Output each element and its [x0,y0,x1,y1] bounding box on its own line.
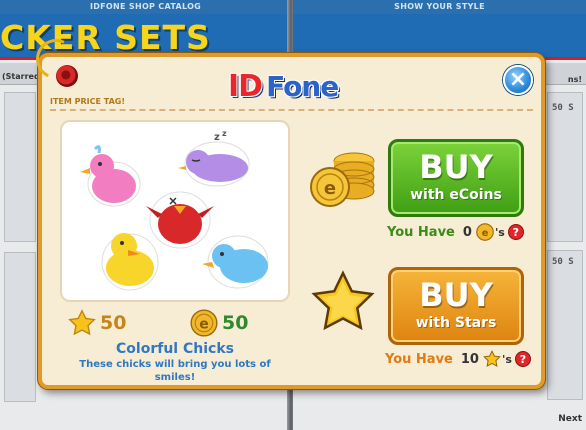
right-item-price: 50 S [552,103,574,113]
header-divider [50,109,533,111]
idfone-logo: ID Fone [228,68,339,104]
buy-with-ecoins-button[interactable]: BUY with eCoins [388,139,524,217]
blue-chick-sticker [202,235,269,289]
purple-chick-sticker: z z [178,129,250,187]
you-have-label: You Have [387,224,455,240]
yellow-chick-sticker [101,233,159,291]
buy-with-stars-button[interactable]: BUY with Stars [388,267,524,345]
close-button[interactable]: × [503,65,533,95]
ecoin-price-value: 50 [222,312,249,334]
left-page-header: IDFONE SHOP CATALOG [0,0,291,14]
item-price-tag-label: ITEM PRICE TAG! [50,97,126,106]
ecoins-balance: You Have 0 e 's ? [387,223,524,241]
star-icon [483,350,501,367]
coin-stack-icon: e [310,152,375,207]
item-preview: z z [60,120,290,302]
svg-text:e: e [324,178,336,199]
star-price: 50 [68,309,126,337]
svg-text:e: e [482,228,489,239]
ecoin-price: e 50 [190,309,248,337]
ecoins-balance-count: 0 [462,224,472,240]
ecoins-suffix: 's [494,225,505,239]
star-price-value: 50 [100,312,127,334]
svg-text:z: z [214,132,220,143]
right-page-header: SHOW YOUR STYLE [293,0,586,14]
stars-suffix: 's [501,352,512,366]
stars-balance-count: 10 [460,351,479,367]
svg-text:z: z [222,129,227,138]
logo-id-text: ID [228,68,263,104]
left-tab-label[interactable]: (Starred [2,72,40,81]
svg-text:e: e [199,316,209,332]
price-tag-icon [56,65,78,87]
red-chick-sticker [146,191,214,249]
ecoin-icon: e [190,309,218,337]
you-have-label: You Have [385,351,453,367]
star-icon [311,270,375,331]
buy-stars-sublabel: with Stars [415,315,497,331]
star-icon [68,309,96,336]
right-item-panel: 50 S [547,92,583,242]
next-page-link[interactable]: Next [558,414,582,424]
pink-chick-sticker [80,145,141,207]
buy-ecoins-sublabel: with eCoins [410,187,502,203]
right-item-price: 50 S [552,257,574,267]
buy-ecoins-label: BUY [419,148,493,186]
item-name: Colorful Chicks [116,341,234,357]
stars-balance: You Have 10 's ? [385,350,531,368]
buy-stars-label: BUY [419,276,493,314]
left-item-panel [4,252,36,402]
colorful-chicks-stickers: z z [80,129,269,291]
logo-fone-text: Fone [266,69,339,103]
stars-help-button[interactable]: ? [514,351,531,367]
item-description: These chicks will bring you lots of smil… [79,359,271,383]
item-price-modal: ITEM PRICE TAG! ID Fone × z z 50 e 50 Co… [30,33,545,389]
ecoin-icon: e [476,223,494,241]
ecoins-help-button[interactable]: ? [507,224,524,240]
catalog-section-title: CKER SETS [0,18,211,57]
left-item-panel [4,92,36,242]
right-tab-label[interactable]: ns! [568,75,582,84]
right-item-panel: 50 S [547,250,583,400]
